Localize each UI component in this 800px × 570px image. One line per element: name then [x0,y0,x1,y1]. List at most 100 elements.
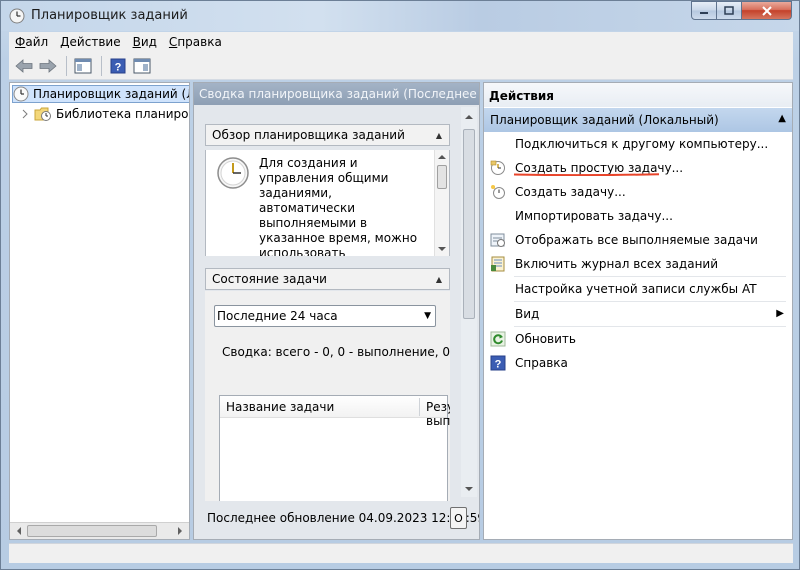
window-controls [691,1,795,21]
menu-action[interactable]: Действие [54,35,126,49]
tree-item-label: Библиотека планировщика заданий [56,107,189,121]
blank-icon [490,136,506,152]
actions-title: Действия [484,83,792,107]
tree-item-task-scheduler-local[interactable]: Планировщик заданий (Локальный) [12,85,189,103]
create-task-icon [490,184,506,200]
console-tree: Планировщик заданий (Локальный) Библиоте… [9,82,190,540]
task-status-summary: Сводка: всего - 0, 0 - выполнение, 0 - у… [222,345,450,359]
column-header-task-name[interactable]: Название задачи [226,400,334,414]
highlight-underline [513,173,660,176]
action-create-basic-task[interactable]: Создать простую задачу... [484,156,792,180]
toolbar: ? [9,52,793,80]
menu-view[interactable]: Вид [127,35,163,49]
summary-scrollbar[interactable] [461,107,477,497]
actions-group-title: Планировщик заданий (Локальный) [490,113,719,127]
actions-group-header[interactable]: Планировщик заданий (Локальный) ▲ [484,108,792,132]
action-label: Вид [515,307,540,321]
menu-view-label: ид [140,35,157,49]
summary-header: Сводка планировщика заданий (Последнее о… [194,83,479,105]
submenu-arrow-icon: ▶ [776,308,784,319]
window-title: Планировщик заданий [31,8,188,23]
task-status-section-header[interactable]: Состояние задачи ▲ [205,268,450,290]
action-help[interactable]: ? Справка [484,351,792,375]
expand-icon[interactable] [20,109,30,119]
menu-action-label: ействие [69,35,121,49]
minimize-button[interactable] [691,1,717,20]
task-status-section-body: Последние 24 часа ▼ Сводка: всего - 0, 0… [205,291,450,501]
action-display-running-tasks[interactable]: Отображать все выполняемые задачи [484,228,792,252]
running-tasks-icon [490,232,506,248]
history-icon [490,256,506,272]
horizontal-scrollbar[interactable] [10,522,189,539]
actions-pane: Действия Планировщик заданий (Локальный)… [483,82,793,540]
refresh-icon [490,331,506,347]
forward-button[interactable] [37,55,59,77]
action-connect-to-another-computer[interactable]: Подключиться к другому компьютеру... [484,132,792,156]
refresh-button[interactable]: О [450,507,467,529]
toolbar-separator [66,55,67,76]
time-range-value: Последние 24 часа [217,309,338,323]
scroll-right-icon[interactable] [173,523,187,539]
close-button[interactable] [742,1,792,20]
action-create-task[interactable]: Создать задачу... [484,180,792,204]
scrollbar-thumb[interactable] [463,129,475,319]
show-hide-action-pane-button[interactable] [131,55,153,77]
forward-icon [39,58,57,73]
close-icon [761,5,772,16]
collapse-up-icon[interactable]: ▲ [778,113,786,124]
scroll-down-icon[interactable] [435,243,449,255]
back-button[interactable] [13,55,35,77]
action-import-task[interactable]: Импортировать задачу... [484,204,792,228]
action-refresh[interactable]: Обновить [484,327,792,351]
time-range-select[interactable]: Последние 24 часа ▼ [214,305,436,327]
overview-description: Для создания и управления общими задания… [259,156,418,256]
show-hide-console-tree-icon [74,58,92,73]
action-label: Подключиться к другому компьютеру... [515,137,769,151]
blank-icon [490,306,506,322]
help-icon: ? [490,355,506,371]
menu-file-label: айл [25,35,49,49]
action-label: Настройка учетной записи службы AT [515,282,757,296]
action-label: Создать задачу... [515,185,626,199]
collapse-up-icon[interactable]: ▲ [433,129,445,141]
action-at-service-account[interactable]: Настройка учетной записи службы AT [484,277,792,301]
action-view[interactable]: Вид ▶ [484,302,792,326]
help-button[interactable]: ? [107,55,129,77]
action-label: Обновить [515,332,576,346]
summary-pane: Сводка планировщика заданий (Последнее о… [193,82,480,540]
overview-scrollbar[interactable] [434,150,449,256]
menu-help-label: правка [177,35,222,49]
task-status-section-title: Состояние задачи [212,272,327,286]
action-label: Справка [515,356,568,370]
title-bar[interactable]: Планировщик заданий [1,1,799,31]
overview-section-header[interactable]: Обзор планировщика заданий ▲ [205,124,450,146]
menu-file[interactable]: Файл [9,35,54,49]
create-basic-task-icon [490,160,506,176]
scrollbar-thumb[interactable] [437,165,447,189]
dropdown-arrow-icon: ▼ [424,311,431,321]
tree-item-label: Планировщик заданий (Локальный) [33,87,189,101]
menu-help[interactable]: Справка [163,35,228,49]
column-divider[interactable] [419,398,420,416]
scroll-left-icon[interactable] [12,523,26,539]
maximize-icon [724,6,734,15]
collapse-up-icon[interactable]: ▲ [433,273,445,285]
menu-bar: Файл Действие Вид Справка [9,32,793,52]
maximize-button[interactable] [717,1,742,20]
last-update-text: Последнее обновление 04.09.2023 12:13:59 [207,511,480,525]
help-icon: ? [110,58,126,73]
svg-text:?: ? [495,359,502,371]
tree-item-task-library[interactable]: Библиотека планировщика заданий [20,105,189,123]
minimize-icon [700,11,708,14]
action-enable-all-tasks-history[interactable]: Включить журнал всех заданий [484,252,792,276]
scrollbar-thumb[interactable] [27,525,157,537]
clock-icon [9,8,25,24]
scroll-up-icon[interactable] [435,151,449,163]
scroll-down-icon[interactable] [461,483,477,495]
back-icon [15,58,33,73]
blank-icon [490,208,506,224]
app-window: Планировщик заданий Файл Действие Вид Сп… [0,0,800,570]
column-header-result[interactable]: Результат выполнения [426,400,450,428]
scroll-up-icon[interactable] [461,111,477,123]
show-hide-console-tree-button[interactable] [72,55,94,77]
